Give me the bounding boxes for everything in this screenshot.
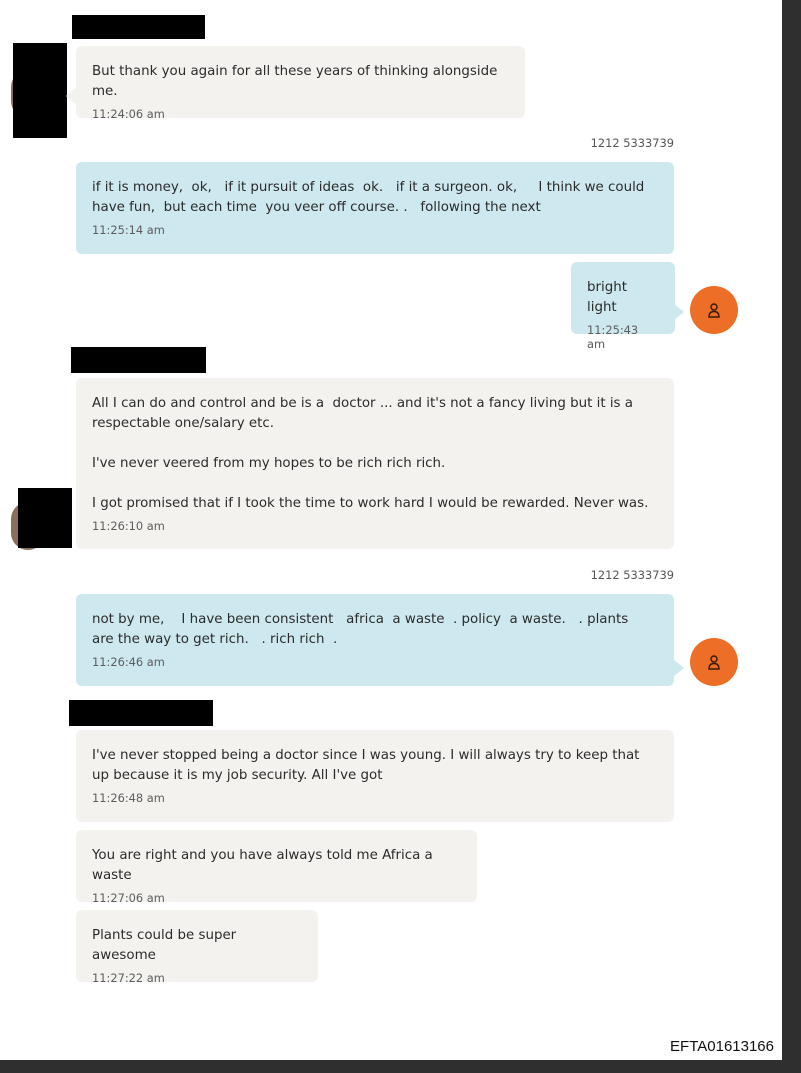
sender-number: 1212 5333739 [590,568,674,582]
message-bubble-outgoing: bright light 11:25:43 am [571,262,675,351]
message-text: Plants could be super awesome [92,928,241,963]
message-bubble-incoming: But thank you again for all these years … [76,46,525,121]
bubble-tail [66,88,76,104]
message-text: I've never stopped being a doctor since … [92,748,644,783]
chat-transcript-page: But thank you again for all these years … [0,0,782,1060]
sender-number: 1212 5333739 [590,136,674,150]
message-timestamp: 11:26:48 am [92,791,165,805]
document-id: EFTA01613166 [670,1038,774,1055]
message-text: But thank you again for all these years … [92,64,502,99]
message-bubble-incoming: You are right and you have always told m… [76,830,477,905]
message-bubble-incoming: Plants could be super awesome 11:27:22 a… [76,910,318,985]
page-shadow-bottom [0,1060,801,1073]
user-avatar [690,286,738,334]
user-icon [708,303,720,318]
message-timestamp: 11:25:43 am [587,323,639,351]
message-text: not by me, I have been consistent africa… [92,612,637,647]
message-bubble-incoming: I've never stopped being a doctor since … [76,730,674,822]
bubble-tail [674,660,684,676]
redacted-avatar [13,43,67,138]
message-text: if it is money, ok, if it pursuit of ide… [92,180,649,215]
message-timestamp: 11:25:14 am [92,223,165,237]
redacted-sender-name [71,347,206,373]
message-text: bright light [587,280,632,315]
message-bubble-outgoing: if it is money, ok, if it pursuit of ide… [76,162,674,254]
message-bubble-outgoing: not by me, I have been consistent africa… [76,594,674,686]
message-text: All I can do and control and be is a doc… [92,396,649,511]
message-timestamp: 11:26:10 am [92,519,165,533]
user-avatar [690,638,738,686]
message-timestamp: 11:27:06 am [92,891,165,905]
message-timestamp: 11:27:22 am [92,971,165,985]
user-icon [708,655,720,670]
message-text: You are right and you have always told m… [92,848,438,883]
page-shadow-right [782,0,801,1073]
bubble-tail [674,304,684,320]
redacted-avatar [18,488,72,548]
message-timestamp: 11:26:46 am [92,655,165,669]
redacted-sender-name [72,15,205,39]
message-timestamp: 11:24:06 am [92,107,165,121]
redacted-sender-name [69,700,213,726]
message-bubble-incoming: All I can do and control and be is a doc… [76,378,674,549]
